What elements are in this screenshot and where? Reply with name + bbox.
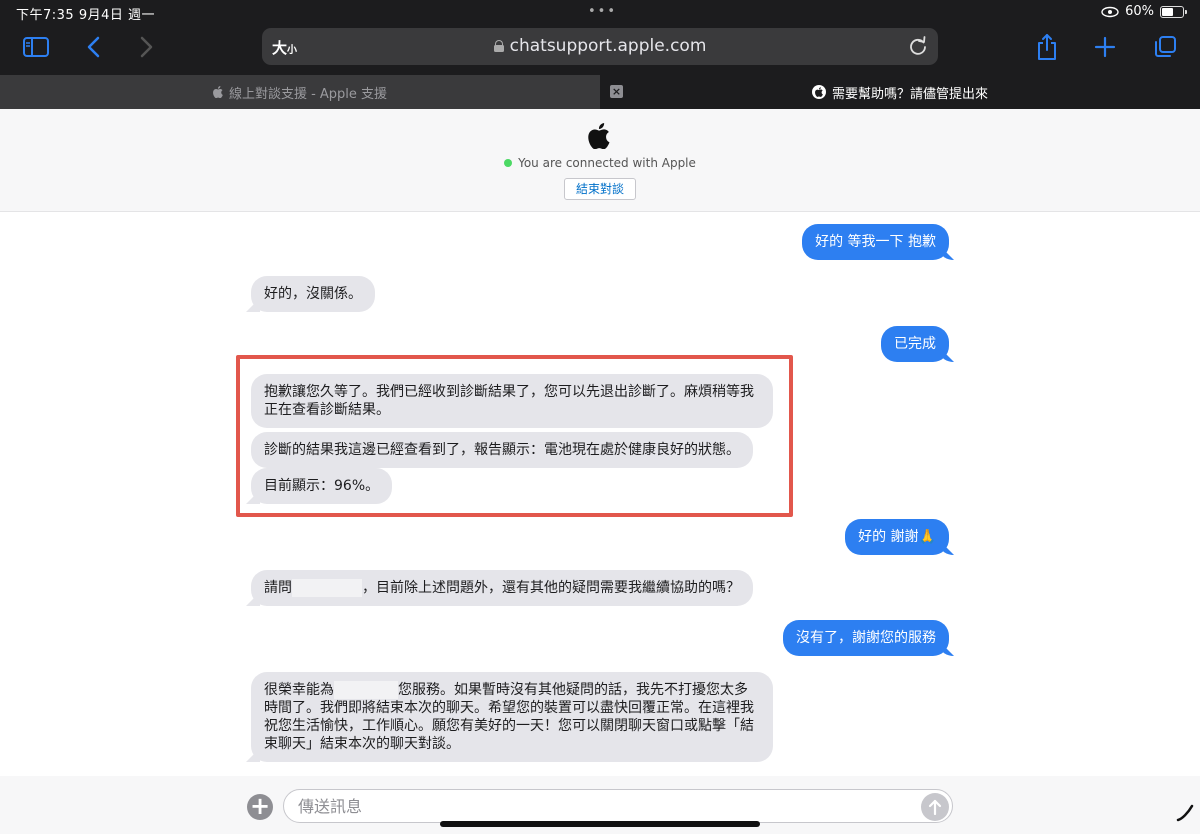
redacted-name (292, 579, 362, 597)
tab-bar: 線上對談支援 - Apple 支援 × 需要幫助嗎？請儘管提出來 (0, 75, 1200, 109)
tab-apple-support-label: 線上對談支援 - Apple 支援 (228, 86, 388, 102)
reload-icon (910, 36, 926, 55)
new-tab-button[interactable] (1090, 32, 1120, 62)
message-input[interactable] (283, 789, 953, 823)
url-text: chatsupport.apple.com (509, 36, 707, 56)
apple-logo-icon (588, 123, 610, 153)
browser-chrome: 下午7:35 9月4日 週一 ••• 60% 大小 chatsupport.ap… (0, 0, 1200, 75)
plus-icon (1094, 36, 1116, 58)
connected-dot-icon (504, 159, 513, 167)
message-agent: 抱歉讓您久等了。我們已經收到診斷結果了，您可以先退出診斷了。麻煩稍等我正在查看診… (251, 374, 773, 428)
connection-status: You are connected with Apple (0, 156, 1200, 170)
tab-need-help-label: 需要幫助嗎？請儘管提出來 (831, 86, 988, 102)
arrow-up-icon (928, 799, 942, 815)
chat-header: You are connected with Apple 結束對談 (0, 109, 1200, 212)
lock-icon (493, 40, 504, 52)
tabs-overview-button[interactable] (1150, 32, 1180, 62)
end-chat-button[interactable]: 結束對談 (564, 178, 636, 200)
send-button[interactable] (921, 793, 949, 821)
reload-button[interactable] (908, 36, 928, 60)
message-user: 好的 等我一下 抱歉 (802, 224, 949, 260)
sidebar-icon (23, 37, 49, 57)
home-indicator[interactable] (440, 821, 760, 827)
share-icon (1038, 34, 1056, 60)
connection-status-text: You are connected with Apple (518, 156, 696, 170)
status-time-date: 下午7:35 9月4日 週一 (16, 8, 155, 23)
add-attachment-button[interactable]: + (247, 794, 273, 820)
screen-mirroring-icon (1101, 6, 1119, 17)
chevron-left-icon (87, 36, 100, 58)
message-user: 已完成 (881, 326, 949, 362)
battery-percent: 60% (1125, 4, 1154, 19)
message-text-after: ，目前除上述問題外，還有其他的疑問需要我繼續協助的嗎？ (362, 580, 740, 596)
tab-close-button[interactable]: × (610, 85, 623, 98)
battery-icon (1160, 5, 1187, 18)
message-agent: 目前顯示：96%。 (251, 468, 393, 504)
forward-button[interactable] (132, 32, 162, 62)
apple-favicon-icon (811, 85, 826, 99)
message-agent: 好的，沒關係。 (251, 276, 375, 312)
message-text-before: 請問 (264, 580, 292, 596)
sidebar-button[interactable] (21, 32, 51, 62)
message-user: 沒有了，謝謝您的服務 (783, 620, 949, 656)
apple-icon (212, 86, 223, 98)
tab-apple-support[interactable]: 線上對談支援 - Apple 支援 (0, 75, 600, 109)
message-agent: 很榮幸能為 您服務。如果暫時沒有其他疑問的話，我先不打擾您太多時間了。我們即將結束… (251, 672, 773, 762)
message-agent: 診斷的結果我這邊已經查看到了，報告顯示：電池現在處於健康良好的狀態。 (251, 432, 753, 468)
url-display[interactable]: chatsupport.apple.com (262, 36, 938, 56)
share-button[interactable] (1032, 32, 1062, 62)
tab-need-help[interactable]: × 需要幫助嗎？請儘管提出來 (600, 75, 1200, 109)
message-text-before: 很榮幸能為 (264, 682, 334, 698)
message-user: 好的 謝謝🙏 (845, 519, 949, 555)
status-right: 60% (1101, 4, 1187, 19)
pencil-scribble-icon (1176, 804, 1194, 826)
redacted-name (334, 681, 398, 699)
tabs-icon (1155, 36, 1176, 57)
multitasking-dots[interactable]: ••• (588, 4, 617, 19)
chevron-right-icon (140, 36, 153, 58)
address-bar[interactable]: 大小 chatsupport.apple.com (262, 28, 938, 65)
back-button[interactable] (78, 32, 108, 62)
message-agent: 請問 ，目前除上述問題外，還有其他的疑問需要我繼續協助的嗎？ (251, 570, 753, 606)
